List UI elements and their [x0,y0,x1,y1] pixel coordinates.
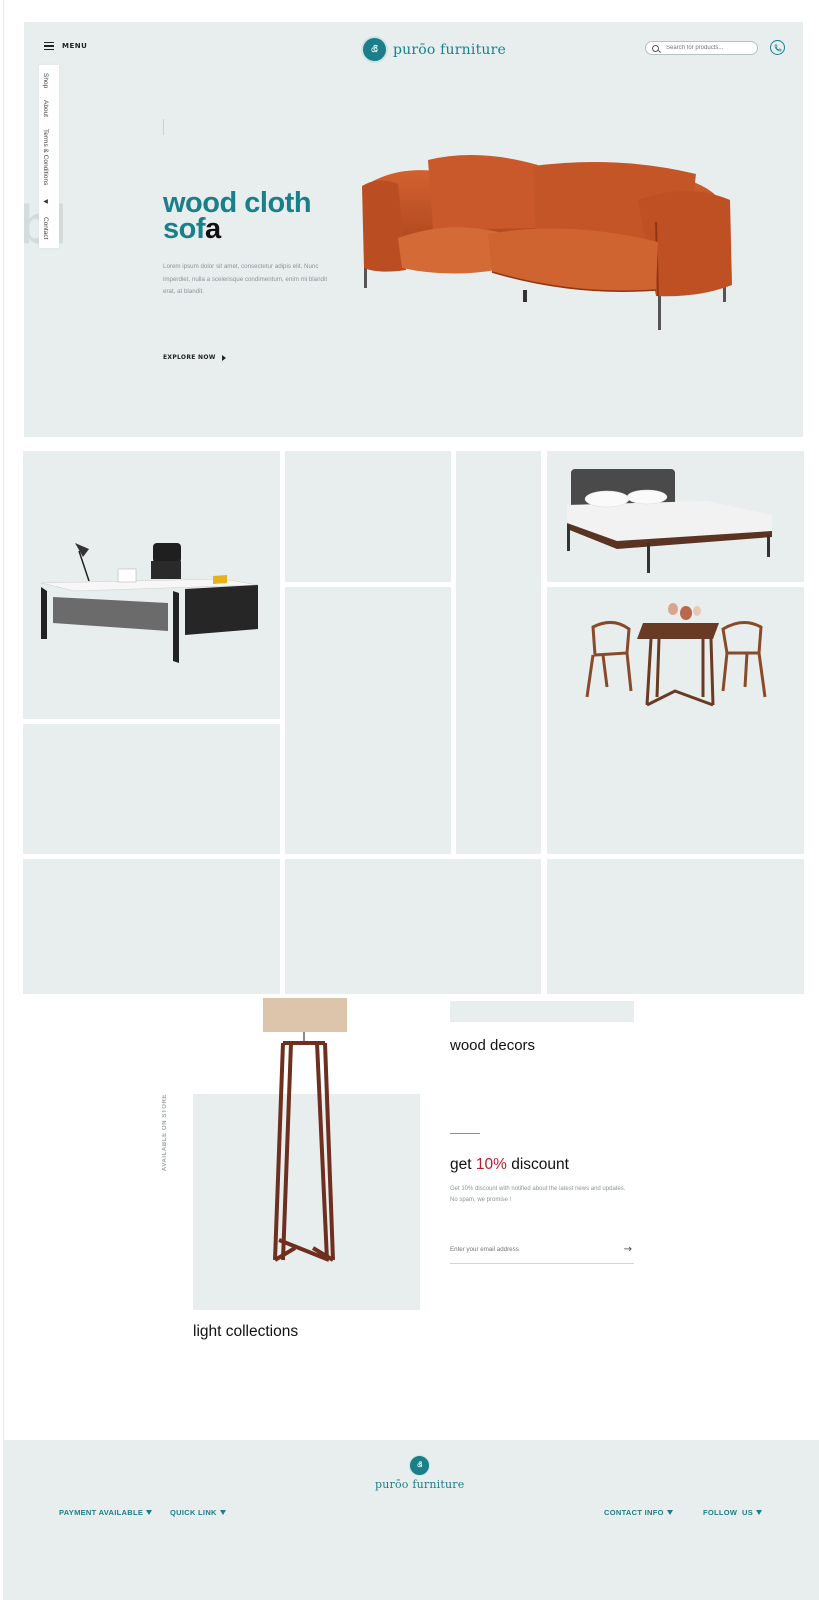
discount-title: get 10% discount [450,1156,569,1174]
tile-office-desk[interactable] [23,451,280,719]
footer-follow-us[interactable]: FOLLOW US [703,1508,763,1517]
sidenav-item-contact[interactable]: Contact [42,217,49,239]
phone-button[interactable] [770,40,785,55]
dining-set-image [585,603,767,707]
discount-description: Get 10% discount with notified about the… [450,1186,626,1203]
phone-icon [774,44,781,51]
hamburger-icon [44,42,54,50]
sidenav-item-terms[interactable]: Terms & Conditions [42,129,49,185]
menu-button[interactable]: MENU [44,42,87,50]
office-desk-image [40,543,259,663]
tile-dining-set[interactable] [547,587,804,854]
tile-empty-7[interactable] [547,859,804,994]
footer-logo[interactable]: ශි purōo furniture [375,1455,464,1491]
play-arrow-icon [221,354,226,361]
light-collections-title: light collections [193,1323,299,1340]
footer: PAYMENT AVAILABLE QUICK LINK ශි purōo fu… [3,1440,819,1600]
wood-decors-title: wood decors [450,1037,536,1054]
wood-decor-card[interactable] [450,1001,634,1022]
orange-sofa-image [362,155,732,330]
tile-empty-6[interactable] [285,859,541,994]
newsletter-form: → [450,1235,634,1264]
explore-label: EXPLORE NOW [163,354,216,361]
footer-payment-available[interactable]: PAYMENT AVAILABLE [59,1508,153,1517]
logo-mark-icon: ශි [409,1455,431,1476]
caret-down-icon [219,1510,226,1515]
caret-down-icon [146,1510,153,1515]
divider-line [450,1133,480,1134]
sidenav-item-about[interactable]: About [42,100,49,117]
footer-contact-info[interactable]: CONTACT INFO [604,1508,673,1517]
discount-prefix: get [450,1156,476,1173]
floor-lamp-image [263,998,347,1262]
caret-icon: ◀ [42,197,48,205]
caret-down-icon [666,1510,673,1515]
footer-payment-label: PAYMENT AVAILABLE [59,1508,144,1517]
side-navigation: Shop About Terms & Conditions ◀ Contact [39,65,59,248]
logo-text: purōo furniture [393,41,506,58]
available-on-store-label: AVAILABLE ON STORE [162,1094,168,1172]
footer-quick-link-label: QUICK LINK [170,1508,217,1517]
hero-title: wood cloth sofa [163,189,312,245]
footer-contact-info-label: CONTACT INFO [604,1508,664,1517]
hero-description: Lorem ipsum dolor sit amet, consectetur … [163,263,328,295]
site-logo[interactable]: ශි purōo furniture [361,36,506,63]
explore-now-button[interactable]: EXPLORE NOW [163,354,226,361]
arrow-right-icon[interactable]: → [624,1244,634,1255]
caret-down-icon [756,1510,763,1515]
logo-mark-icon: ශි [361,36,388,63]
footer-logo-text: purōo furniture [375,1478,465,1491]
menu-label: MENU [62,42,88,50]
tile-bed[interactable] [547,451,804,582]
tile-empty-1[interactable] [285,451,451,582]
hero-section: MENU ශි purōo furniture bl Shop About Te… [24,22,803,437]
tile-empty-3[interactable] [285,587,451,854]
search-bar[interactable] [645,41,758,55]
email-input[interactable] [450,1245,610,1253]
footer-quick-link[interactable]: QUICK LINK [170,1508,226,1517]
tile-empty-4[interactable] [23,724,280,854]
text-cursor-decor [163,119,164,135]
hero-title-line2-colored: sof [163,213,206,245]
sidenav-item-shop[interactable]: Shop [42,73,49,88]
footer-follow-us-label: FOLLOW US [703,1508,754,1517]
discount-suffix: discount [506,1156,569,1173]
tile-empty-5[interactable] [23,859,280,994]
search-icon [652,44,659,52]
hero-title-line2-dark: a [205,213,221,245]
tile-empty-2[interactable] [456,451,541,854]
discount-percentage: 10% [475,1156,507,1173]
bed-image [567,469,772,573]
search-input[interactable] [666,45,751,51]
